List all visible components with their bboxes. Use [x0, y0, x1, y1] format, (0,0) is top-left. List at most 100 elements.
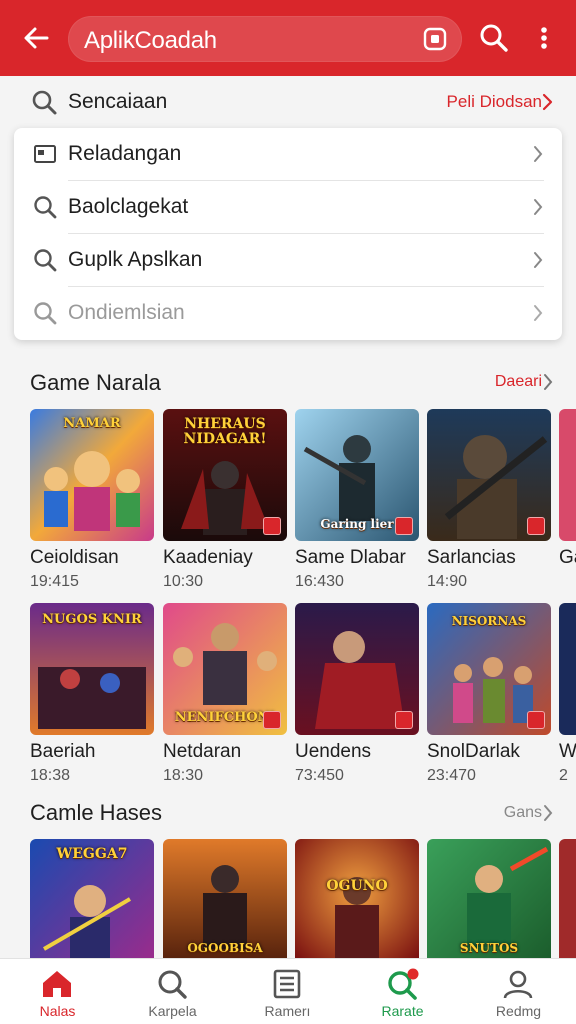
- game-title: Baeriah: [30, 741, 96, 762]
- game-card[interactable]: Ga: [559, 409, 576, 594]
- search-notify-icon: [388, 968, 419, 1000]
- game-card[interactable]: OGUNO: [295, 839, 419, 958]
- nav-label: Karpela: [148, 1003, 197, 1019]
- game-meta: 18:30: [163, 767, 204, 784]
- suggestion-row[interactable]: Sencaiaan Peli Diodsan: [0, 76, 576, 128]
- game-thumbnail: OGUNO: [295, 839, 419, 958]
- game-title: Ceioldisan: [30, 547, 119, 568]
- game-art-title: NAMAR: [63, 416, 121, 431]
- nav-item-profile[interactable]: Redmg: [461, 959, 576, 1024]
- game-art-title: NISORNAS: [451, 614, 527, 628]
- age-rating-badge: [263, 711, 281, 729]
- game-card[interactable]: OGOOBISA: [163, 839, 287, 958]
- section-see-all-link[interactable]: Gans: [504, 804, 542, 822]
- nav-item-discover[interactable]: Rarate: [345, 959, 460, 1024]
- age-rating-badge: [527, 517, 545, 535]
- game-title: W: [559, 741, 576, 762]
- nav-item-search[interactable]: Karpela: [115, 959, 230, 1024]
- game-thumbnail: WEGGA7: [30, 839, 154, 958]
- game-card[interactable]: W 2: [559, 603, 576, 788]
- game-title: Ga: [559, 547, 576, 568]
- game-thumbnail: NISORNAS: [427, 603, 551, 735]
- chevron-right-icon: [534, 199, 543, 215]
- nav-item-home[interactable]: Nalas: [0, 959, 115, 1024]
- game-art-title: OGOOBISA: [187, 941, 263, 956]
- age-rating-badge: [263, 517, 281, 535]
- game-art-title: WEGGA7: [56, 846, 128, 862]
- game-meta: 14:90: [427, 573, 468, 590]
- age-rating-badge: [527, 711, 545, 729]
- game-thumbnail: NAMAR: [30, 409, 154, 541]
- scan-icon[interactable]: [422, 26, 448, 52]
- game-thumbnail: [559, 603, 576, 735]
- more-vert-icon[interactable]: [530, 22, 558, 54]
- game-card[interactable]: [559, 839, 576, 958]
- game-thumbnail: NUGOS KNIR: [30, 603, 154, 735]
- home-icon: [43, 971, 71, 997]
- game-meta: 19:415: [30, 573, 79, 590]
- suggestion-link[interactable]: Peli Diodsan: [447, 92, 542, 112]
- list-icon: [273, 969, 301, 999]
- back-arrow-icon[interactable]: [20, 22, 52, 54]
- nav-label: Rarate: [381, 1003, 424, 1019]
- game-meta: 23:470: [427, 767, 476, 784]
- dropdown-item[interactable]: Ondiemlsian: [14, 287, 562, 340]
- game-thumbnail: [559, 839, 576, 958]
- game-title: Kaadeniay: [163, 547, 253, 568]
- game-title: Sarlancias: [427, 547, 516, 568]
- section-title: Camle Hases: [30, 800, 163, 825]
- game-meta: 10:30: [163, 573, 204, 590]
- age-rating-badge: [395, 517, 413, 535]
- image-icon: [34, 145, 56, 163]
- game-title: Netdaran: [163, 741, 242, 762]
- search-icon[interactable]: [478, 22, 510, 54]
- search-field[interactable]: AplikCoadah: [68, 16, 462, 62]
- search-icon: [34, 302, 57, 325]
- chevron-right-icon: [544, 374, 553, 390]
- top-app-bar: AplikCoadah: [0, 0, 576, 76]
- person-icon: [503, 970, 533, 999]
- bottom-navigation: Nalas Karpela Ramerı Rarate Redmg: [0, 958, 576, 1024]
- suggestion-label: Sencaiaan: [68, 90, 168, 113]
- game-art-title: SNUTOS: [459, 941, 519, 956]
- search-icon: [158, 970, 187, 999]
- game-thumbnail: NHERAUS NIDAGAR!: [163, 409, 287, 541]
- chevron-right-icon: [534, 146, 543, 162]
- chevron-right-icon: [534, 305, 543, 321]
- game-card[interactable]: SNUTOS: [427, 839, 551, 958]
- game-meta: 73:450: [295, 767, 344, 784]
- game-thumbnail: [295, 603, 419, 735]
- search-icon: [34, 249, 57, 272]
- dropdown-item-label: Reladangan: [68, 142, 182, 165]
- nav-label: Ramerı: [264, 1003, 311, 1019]
- chevron-right-icon: [542, 93, 553, 111]
- game-thumbnail: [559, 409, 576, 541]
- game-meta: 18:38: [30, 767, 71, 784]
- dropdown-item[interactable]: Baolclagekat: [14, 181, 562, 234]
- chevron-right-icon: [544, 805, 553, 821]
- game-art-title: NUGOS KNIR: [42, 612, 142, 627]
- game-art-title: OGUNO: [326, 878, 388, 894]
- chevron-right-icon: [534, 252, 543, 268]
- search-input-value[interactable]: AplikCoadah: [84, 27, 217, 55]
- search-icon: [32, 90, 57, 115]
- dropdown-item-label: Baolclagekat: [68, 195, 189, 218]
- game-meta: 2: [559, 767, 568, 784]
- game-thumbnail: SNUTOS: [427, 839, 551, 958]
- dropdown-item-label: Guplk Apslkan: [68, 248, 203, 271]
- game-art-title: NHERAUS NIDAGAR!: [183, 416, 267, 447]
- age-rating-badge: [395, 711, 413, 729]
- game-card[interactable]: WEGGA7: [30, 839, 154, 958]
- suggestion-dropdown: Reladangan Baolclagekat Guplk Apslkan On…: [14, 128, 562, 340]
- section-see-all-link[interactable]: Daeari: [495, 373, 542, 391]
- nav-item-list[interactable]: Ramerı: [230, 959, 345, 1024]
- game-thumbnail: OGOOBISA: [163, 839, 287, 958]
- section-title: Game Narala: [30, 370, 161, 395]
- dropdown-item[interactable]: Guplk Apslkan: [14, 234, 562, 287]
- game-title: Same Dlabar: [295, 547, 406, 568]
- search-icon: [34, 196, 57, 219]
- nav-label: Redmg: [495, 1003, 542, 1019]
- dropdown-item[interactable]: Reladangan: [14, 128, 562, 181]
- game-thumbnail: NENIFCHON!: [163, 603, 287, 735]
- dropdown-item-label: Ondiemlsian: [68, 301, 185, 324]
